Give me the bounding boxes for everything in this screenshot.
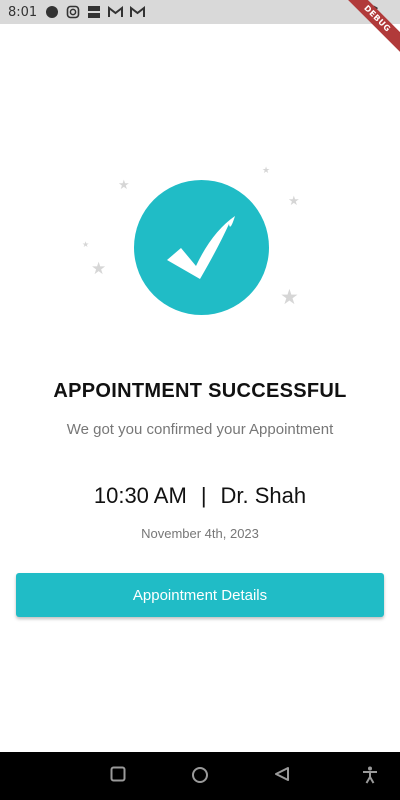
star-icon: ★ bbox=[262, 165, 271, 175]
star-icon: ★ bbox=[91, 259, 107, 278]
star-icon: ★ bbox=[280, 286, 299, 309]
appointment-summary: 10:30 AM | Dr. Shah bbox=[0, 483, 400, 509]
star-icon: ★ bbox=[82, 240, 90, 249]
separator: | bbox=[200, 483, 207, 508]
home-circle-icon[interactable] bbox=[191, 766, 209, 784]
success-check-circle bbox=[134, 180, 269, 315]
star-icon: ★ bbox=[118, 177, 130, 192]
appointment-date: November 4th, 2023 bbox=[141, 526, 259, 541]
system-nav-bar bbox=[0, 752, 400, 800]
appointment-details-button[interactable]: Appointment Details bbox=[16, 573, 384, 617]
appointment-time: 10:30 AM bbox=[93, 483, 187, 508]
recents-square-icon[interactable] bbox=[110, 766, 126, 782]
confirmation-subtitle: We got you confirmed your Appointment bbox=[66, 421, 334, 438]
success-illustration: ★ ★ ★ ★ ★ ★ bbox=[0, 0, 400, 340]
accessibility-icon[interactable] bbox=[362, 766, 378, 784]
back-triangle-icon[interactable] bbox=[274, 766, 290, 782]
star-icon: ★ bbox=[288, 193, 300, 208]
doctor-name: Dr. Shah bbox=[220, 483, 307, 508]
page-title: APPOINTMENT SUCCESSFUL bbox=[53, 380, 347, 402]
checkmark-icon bbox=[167, 216, 235, 279]
